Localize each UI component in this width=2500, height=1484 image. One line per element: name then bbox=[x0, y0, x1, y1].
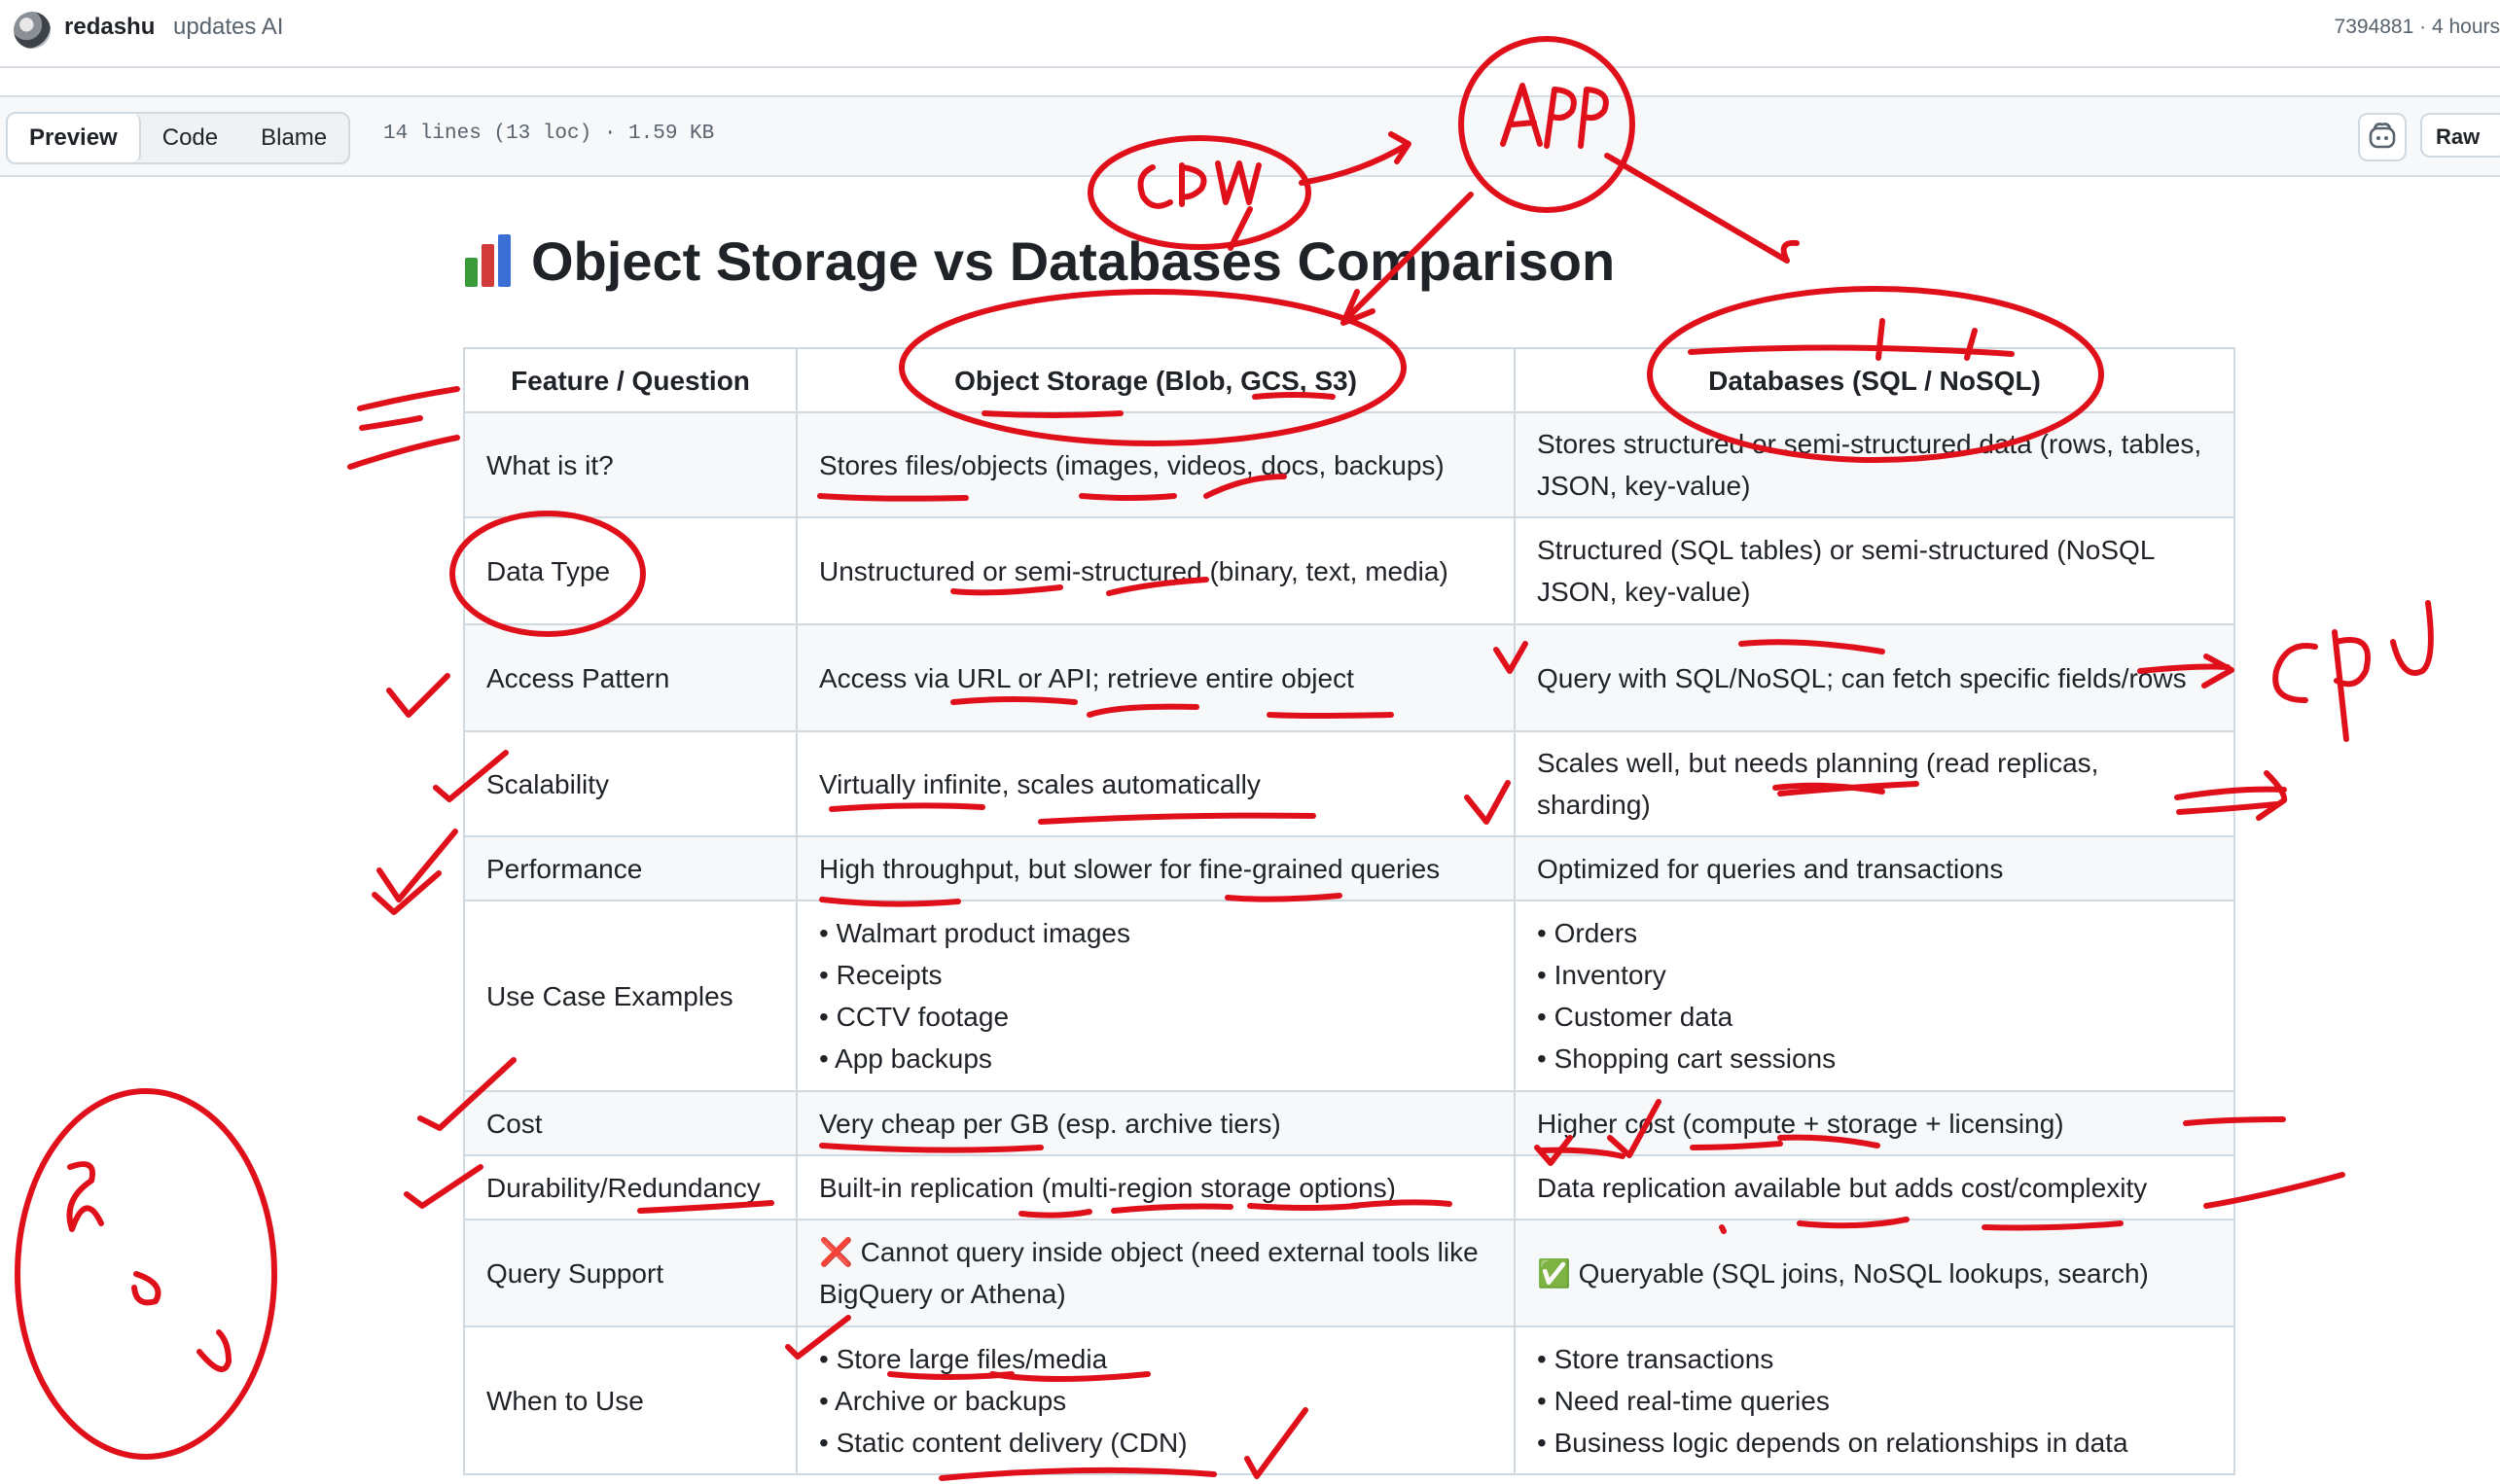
list-item: App backups bbox=[819, 1038, 1492, 1079]
view-mode-switcher: Preview Code Blame bbox=[6, 112, 351, 164]
list-item: Receipts bbox=[819, 954, 1492, 996]
table-row: Durability/Redundancy Built-in replicati… bbox=[463, 1154, 2235, 1220]
cell-object: Access via URL or API; retrieve entire o… bbox=[796, 623, 1516, 732]
table-row: Performance High throughput, but slower … bbox=[463, 835, 2235, 901]
cell-db: Structured (SQL tables) or semi-structur… bbox=[1514, 516, 2235, 625]
list-item: Archive or backups bbox=[819, 1380, 1492, 1422]
header-feature: Feature / Question bbox=[463, 347, 798, 413]
table-row: Access Pattern Access via URL or API; re… bbox=[463, 623, 2235, 732]
cell-object: Stores files/objects (images, videos, do… bbox=[796, 411, 1516, 518]
cell-object-list: Walmart product images Receipts CCTV foo… bbox=[796, 900, 1516, 1092]
header-databases: Databases (SQL / NoSQL) bbox=[1514, 347, 2235, 413]
cell-feature: Performance bbox=[463, 835, 798, 901]
cell-db: ✅ Queryable (SQL joins, NoSQL lookups, s… bbox=[1514, 1219, 2235, 1327]
list-item: Inventory bbox=[1537, 954, 2212, 996]
cell-object: ❌ Cannot query inside object (need exter… bbox=[796, 1219, 1516, 1327]
cell-db: Optimized for queries and transactions bbox=[1514, 835, 2235, 901]
cell-object: Unstructured or semi-structured (binary,… bbox=[796, 516, 1516, 625]
cell-db-list: Store transactions Need real-time querie… bbox=[1514, 1325, 2235, 1475]
cell-db: Stores structured or semi-structured dat… bbox=[1514, 411, 2235, 518]
document-title: Object Storage vs Databases Comparison bbox=[463, 230, 1615, 293]
ink-circle-margin bbox=[15, 1088, 277, 1460]
list-item: Walmart product images bbox=[819, 912, 1492, 954]
file-header: Preview Code Blame 14 lines (13 loc) · 1… bbox=[0, 95, 2500, 177]
file-info: 14 lines (13 loc) · 1.59 KB bbox=[383, 123, 715, 145]
table-row: When to Use Store large files/media Arch… bbox=[463, 1325, 2235, 1475]
cell-db: Higher cost (compute + storage + licensi… bbox=[1514, 1090, 2235, 1156]
tab-preview[interactable]: Preview bbox=[8, 114, 141, 162]
cell-feature: Cost bbox=[463, 1090, 798, 1156]
copilot-button[interactable] bbox=[2358, 113, 2407, 161]
list-item: Shopping cart sessions bbox=[1537, 1038, 2212, 1079]
ink-equals-mark bbox=[347, 386, 460, 470]
cell-feature: What is it? bbox=[463, 411, 798, 518]
document-title-text: Object Storage vs Databases Comparison bbox=[531, 230, 1616, 292]
cell-object: Very cheap per GB (esp. archive tiers) bbox=[796, 1090, 1516, 1156]
cell-feature: Data Type bbox=[463, 516, 798, 625]
commit-meta[interactable]: 7394881 · 4 hours bbox=[2335, 16, 2500, 39]
cell-feature: When to Use bbox=[463, 1325, 798, 1475]
tab-code[interactable]: Code bbox=[141, 114, 239, 162]
list-item: Static content delivery (CDN) bbox=[819, 1422, 1492, 1464]
cell-db-list: Orders Inventory Customer data Shopping … bbox=[1514, 900, 2235, 1092]
commit-message[interactable]: updates AI bbox=[173, 14, 283, 41]
list-item: Need real-time queries bbox=[1537, 1380, 2212, 1422]
table-row: Use Case Examples Walmart product images… bbox=[463, 900, 2235, 1092]
ink-text-cpu bbox=[2272, 600, 2434, 742]
table-header-row: Feature / Question Object Storage (Blob,… bbox=[463, 347, 2235, 413]
table-row: Data Type Unstructured or semi-structure… bbox=[463, 516, 2235, 625]
cell-feature: Scalability bbox=[463, 730, 798, 837]
cell-object: Built-in replication (multi-region stora… bbox=[796, 1154, 1516, 1220]
list-item: Business logic depends on relationships … bbox=[1537, 1422, 2212, 1464]
commit-author[interactable]: redashu bbox=[64, 14, 155, 41]
cell-object: High throughput, but slower for fine-gra… bbox=[796, 835, 1516, 901]
ink-check bbox=[372, 829, 458, 915]
copilot-icon bbox=[2369, 123, 2396, 149]
table-row: Scalability Virtually infinite, scales a… bbox=[463, 730, 2235, 837]
ink-check bbox=[386, 673, 450, 718]
list-item: Orders bbox=[1537, 912, 2212, 954]
author-avatar[interactable] bbox=[14, 12, 51, 49]
cell-feature: Use Case Examples bbox=[463, 900, 798, 1092]
list-item: CCTV footage bbox=[819, 996, 1492, 1038]
header-object-storage: Object Storage (Blob, GCS, S3) bbox=[796, 347, 1516, 413]
cell-db: Query with SQL/NoSQL; can fetch specific… bbox=[1514, 623, 2235, 732]
cell-db: Data replication available but adds cost… bbox=[1514, 1154, 2235, 1220]
list-item: Store large files/media bbox=[819, 1338, 1492, 1380]
raw-button[interactable]: Raw bbox=[2420, 113, 2500, 158]
comparison-table: Feature / Question Object Storage (Blob,… bbox=[463, 347, 2235, 1475]
cell-object-list: Store large files/media Archive or backu… bbox=[796, 1325, 1516, 1475]
cell-feature: Query Support bbox=[463, 1219, 798, 1327]
cell-feature: Durability/Redundancy bbox=[463, 1154, 798, 1220]
cell-object: Virtually infinite, scales automatically bbox=[796, 730, 1516, 837]
list-item: Customer data bbox=[1537, 996, 2212, 1038]
tab-blame[interactable]: Blame bbox=[239, 114, 348, 162]
table-row: Query Support ❌ Cannot query inside obje… bbox=[463, 1219, 2235, 1327]
ink-scribble-margin bbox=[66, 1161, 232, 1372]
list-item: Store transactions bbox=[1537, 1338, 2212, 1380]
cell-db: Scales well, but needs planning (read re… bbox=[1514, 730, 2235, 837]
table-row: What is it? Stores files/objects (images… bbox=[463, 411, 2235, 518]
cell-feature: Access Pattern bbox=[463, 623, 798, 732]
table-row: Cost Very cheap per GB (esp. archive tie… bbox=[463, 1090, 2235, 1156]
commit-bar: redashu updates AI 7394881 · 4 hours bbox=[0, 0, 2500, 68]
bar-chart-icon bbox=[463, 233, 514, 289]
